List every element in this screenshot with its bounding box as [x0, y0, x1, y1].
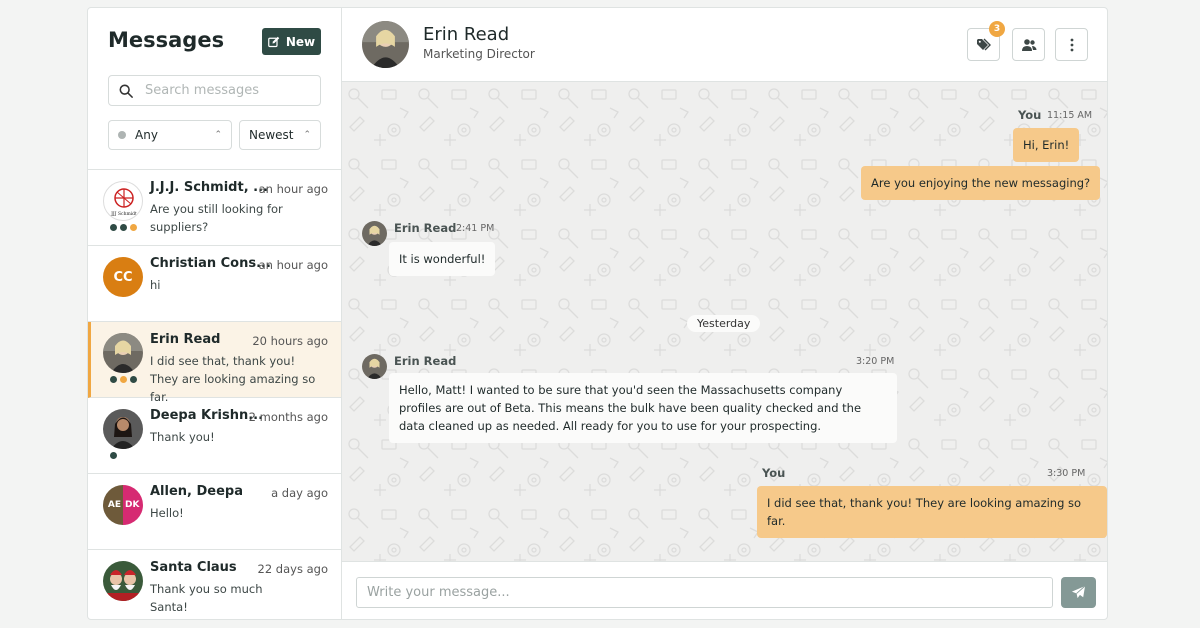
search-input[interactable]: [145, 83, 305, 98]
send-button[interactable]: [1061, 577, 1096, 608]
status-filter-value: Any: [135, 128, 158, 142]
conversation-name: Deepa Krishn...: [150, 408, 264, 423]
sidebar: Messages New Any ⌃ Newest ⌃: [88, 8, 342, 619]
participants-button[interactable]: [1012, 28, 1045, 61]
kebab-icon: [1070, 38, 1073, 51]
sidebar-header: Messages New Any ⌃ Newest ⌃: [88, 8, 341, 170]
sender-label: You: [1018, 108, 1042, 122]
chat-panel: Erin Read Marketing Director 3 You 11:15…: [342, 8, 1107, 619]
message-thread: You 11:15 AM Hi, Erin! Are you enjoying …: [342, 82, 1107, 561]
avatar: [103, 409, 143, 449]
search-icon: [119, 84, 133, 98]
message-time: 3:20 PM: [856, 356, 895, 367]
message-bubble-out: Are you enjoying the new messaging?: [861, 166, 1101, 200]
new-button-label: New: [285, 34, 316, 49]
message-bubble-out: Hi, Erin!: [1013, 128, 1080, 162]
conversation-time: 20 hours ago: [252, 334, 328, 348]
tags-button[interactable]: 3: [967, 21, 1005, 61]
avatar-right-initials: DK: [123, 485, 143, 525]
conversation-preview: hi: [150, 278, 161, 292]
day-separator: Yesterday: [687, 315, 761, 332]
page-title: Messages: [108, 28, 225, 52]
conversation-item[interactable]: CC Christian Cons... an hour ago hi: [88, 246, 341, 322]
conversation-item[interactable]: Deepa Krishn... 2 months ago Thank you!: [88, 398, 341, 474]
avatar: AE DK: [103, 485, 143, 525]
avatar-left-initials: AE: [103, 485, 123, 525]
avatar: [103, 333, 143, 373]
message-bubble-in: It is wonderful!: [389, 242, 496, 276]
sender-label: You: [762, 466, 786, 480]
conversation-name: Christian Cons...: [150, 256, 271, 271]
message-time: 3:30 PM: [1047, 468, 1086, 479]
message-time: 2:41 PM: [456, 223, 495, 234]
search-box[interactable]: [108, 75, 321, 106]
status-filter-select[interactable]: Any ⌃: [108, 120, 232, 150]
status-dot: [118, 131, 126, 139]
tag-dots: [110, 376, 137, 383]
conversation-preview: Hello!: [150, 506, 184, 520]
conversation-name: J.J.J. Schmidt, ...: [150, 180, 268, 195]
avatar: JJJ Schmidt: [103, 181, 143, 221]
contact-name: Erin Read: [423, 24, 510, 45]
avatar: [362, 221, 387, 246]
avatar: [362, 21, 409, 68]
conversation-name: Allen, Deepa: [150, 484, 244, 499]
conversation-preview: Are you still looking for suppliers?: [150, 202, 283, 234]
conversation-preview: Thank you!: [150, 430, 215, 444]
message-input[interactable]: [356, 577, 1053, 608]
tag-dots: [110, 452, 117, 459]
sender-label: Erin Read: [394, 221, 457, 235]
conversation-time: 2 months ago: [248, 410, 328, 424]
avatar-initials: CC: [113, 269, 133, 285]
conversation-time: an hour ago: [258, 258, 328, 272]
message-bubble-in: Hello, Matt! I wanted to be sure that yo…: [389, 373, 897, 443]
avatar: [362, 354, 387, 379]
conversation-item[interactable]: AE DK Allen, Deepa a day ago Hello!: [88, 474, 341, 550]
conversation-name: Santa Claus: [150, 560, 237, 575]
send-icon: [1071, 585, 1086, 599]
message-time: 11:15 AM: [1047, 110, 1093, 121]
contact-role: Marketing Director: [423, 47, 535, 61]
avatar-logo-text: JJJ Schmidt: [110, 211, 137, 217]
conversation-item[interactable]: JJJ Schmidt J.J.J. Schmidt, ... an hour …: [88, 170, 341, 246]
messaging-app: Messages New Any ⌃ Newest ⌃: [87, 7, 1108, 620]
chat-header: Erin Read Marketing Director 3: [342, 8, 1107, 82]
conversation-time: 22 days ago: [257, 562, 328, 576]
sender-label: Erin Read: [394, 354, 457, 368]
chevron-updown-icon: ⌃: [303, 129, 311, 140]
conversation-name: Erin Read: [150, 332, 221, 347]
conversation-preview: Thank you so much Santa!: [150, 582, 263, 614]
avatar: CC: [103, 257, 143, 297]
chevron-updown-icon: ⌃: [214, 129, 222, 140]
tag-dots: [110, 224, 137, 231]
avatar: [103, 561, 143, 601]
conversation-list: JJJ Schmidt J.J.J. Schmidt, ... an hour …: [88, 170, 341, 619]
sort-value: Newest: [249, 128, 294, 142]
message-composer: [342, 561, 1107, 619]
conversation-item-active[interactable]: Erin Read 20 hours ago I did see that, t…: [88, 322, 341, 404]
conversation-time: a day ago: [271, 486, 328, 500]
sort-select[interactable]: Newest ⌃: [239, 120, 321, 150]
message-bubble-out: I did see that, thank you! They are look…: [757, 486, 1107, 538]
tag-icon: [976, 38, 991, 50]
new-message-button[interactable]: New: [262, 28, 321, 55]
conversation-item[interactable]: Santa Claus 22 days ago Thank you so muc…: [88, 550, 341, 619]
more-options-button[interactable]: [1055, 28, 1088, 61]
tags-count-badge: 3: [989, 21, 1005, 37]
conversation-time: an hour ago: [258, 182, 328, 196]
users-icon: [1021, 38, 1036, 51]
edit-icon: [268, 36, 280, 47]
